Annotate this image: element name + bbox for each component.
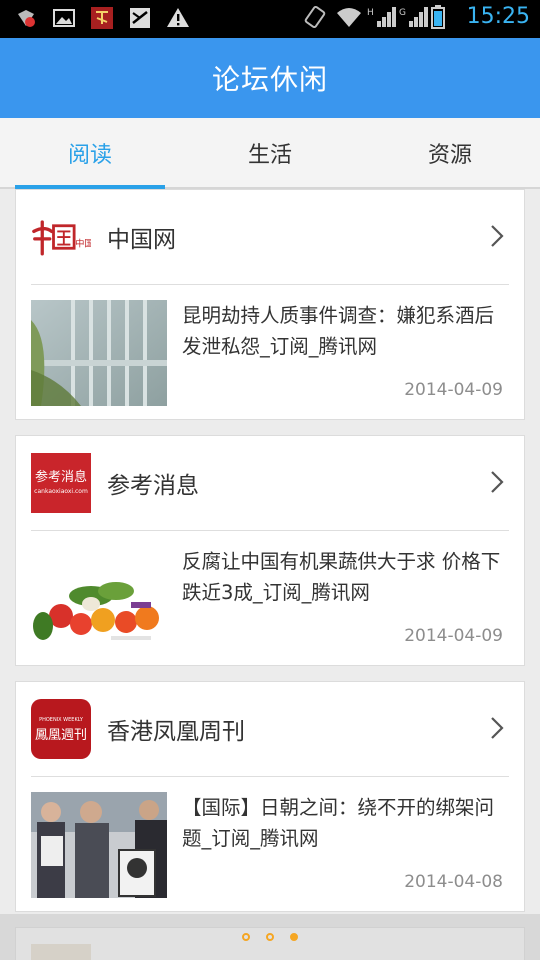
article-headline: 反腐让中国有机果蔬供大于求 价格下跌近3成_订阅_腾讯网 [182,550,501,604]
article-item[interactable]: 【国际】日朝之间：绕不开的绑架问题_订阅_腾讯网 2014-04-08 [31,792,511,898]
source-card: 参考消息 cankaoxiaoxi.com 参考消息 反腐让中国有机果蔬供大于求… [15,435,525,666]
article-thumbnail [31,300,167,406]
chevron-right-icon [491,225,504,247]
source-card: 中国网 中国网 昆明劫持人质事件调查：嫌犯系酒后发泄私怨_订阅_腾讯网 2014… [15,189,525,420]
source-card: PHOENIX WEEKLY 鳳凰週刊 香港凤凰周刊 【国际】日朝之间：绕不开的… [15,681,525,912]
warning-icon [166,6,190,30]
source-name: 中国网 [107,227,176,253]
article-date: 2014-04-09 [404,626,503,646]
source-header[interactable]: 中国网 中国网 [16,190,524,284]
signal-icon: G [399,5,428,29]
chevron-right-icon [491,471,504,493]
divider [31,776,509,777]
source-logo: PHOENIX WEEKLY 鳳凰週刊 [31,699,91,759]
source-logo: 参考消息 cankaoxiaoxi.com [31,453,91,513]
logo-subtext: cankaoxiaoxi.com [34,488,88,495]
page-dot[interactable] [242,933,250,941]
logo-text: 参考消息 [35,469,87,485]
signal-icon: H [367,5,396,29]
logo-text: 中国网 [75,237,91,249]
page-indicator [0,933,540,941]
tab-label: 阅读 [67,142,112,168]
article-thumbnail [31,546,167,652]
article-thumbnail [31,792,167,898]
vpn-icon [14,6,38,30]
source-header[interactable]: PHOENIX WEEKLY 鳳凰週刊 香港凤凰周刊 [16,682,524,776]
status-bar: H G 15:25 [0,0,540,38]
game-icon [90,6,114,30]
tab-resources[interactable]: 资源 [360,118,540,187]
source-header[interactable]: 参考消息 cankaoxiaoxi.com 参考消息 [16,436,524,530]
source-name: 参考消息 [107,473,199,499]
tab-life[interactable]: 生活 [180,118,360,187]
page-dot-active[interactable] [290,933,298,941]
svg-text:H: H [367,8,374,18]
title-bar: 论坛休闲 [0,38,540,118]
clock-time: 15:25 [466,4,530,29]
chevron-right-icon [491,717,504,739]
battery-icon [430,4,455,29]
divider [31,284,509,285]
tab-reading[interactable]: 阅读 [0,118,180,189]
article-date: 2014-04-08 [404,872,503,892]
tab-bar: 阅读 生活 资源 [0,118,540,189]
image-icon [52,6,76,30]
article-item[interactable]: 反腐让中国有机果蔬供大于求 价格下跌近3成_订阅_腾讯网 2014-04-09 [31,546,511,652]
tab-label: 生活 [247,142,292,168]
logo-text: 鳳凰週刊 [35,728,87,743]
source-logo: 中国网 [31,207,91,267]
page-title: 论坛休闲 [211,63,328,96]
article-date: 2014-04-09 [404,380,503,400]
svg-text:G: G [399,8,406,18]
divider [31,530,509,531]
article-headline: 昆明劫持人质事件调查：嫌犯系酒后发泄私怨_订阅_腾讯网 [182,304,495,358]
source-name: 香港凤凰周刊 [107,719,245,745]
tab-label: 资源 [427,142,472,168]
article-headline: 【国际】日朝之间：绕不开的绑架问题_订阅_腾讯网 [182,796,495,850]
wifi-icon [335,5,361,29]
mail-icon [128,6,152,30]
article-item[interactable]: 昆明劫持人质事件调查：嫌犯系酒后发泄私怨_订阅_腾讯网 2014-04-09 [31,300,511,406]
rotate-icon [303,5,327,29]
logo-subtext: PHOENIX WEEKLY [39,717,84,723]
page-dot[interactable] [266,933,274,941]
